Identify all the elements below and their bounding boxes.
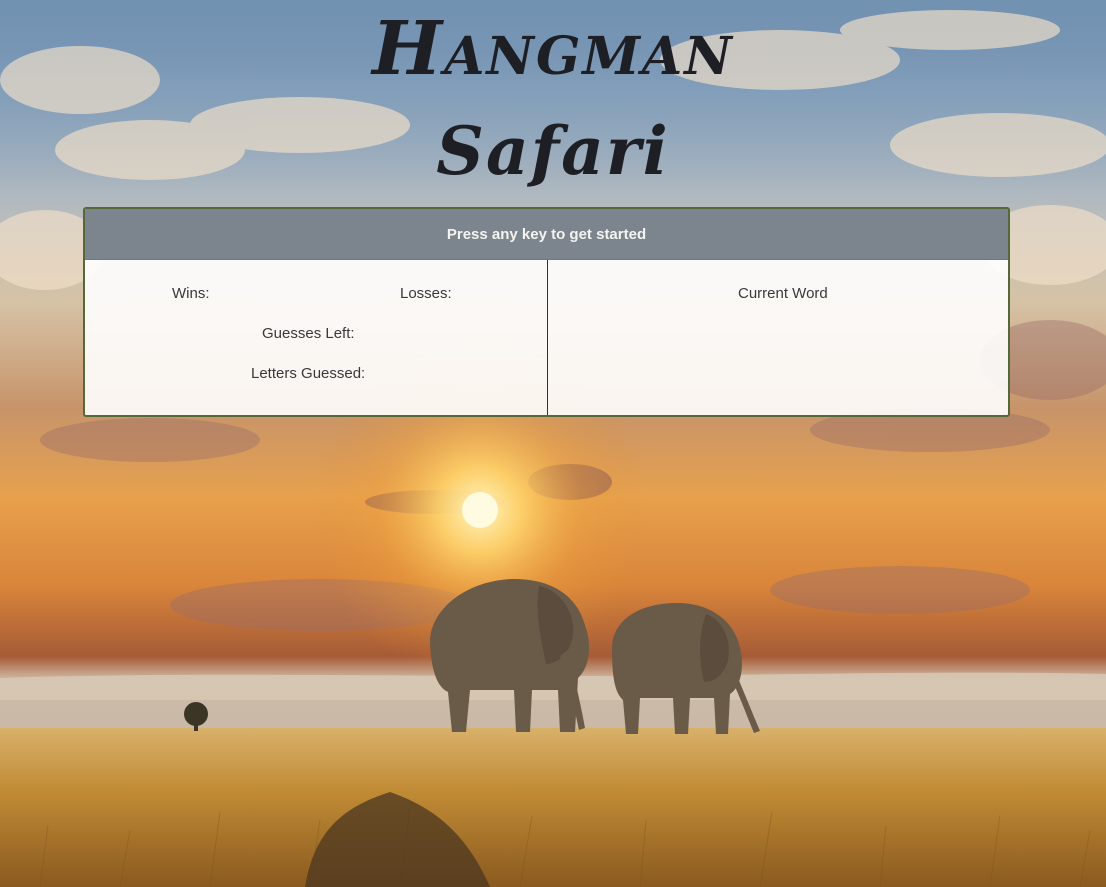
panel-divider: [547, 260, 548, 415]
grass-field: [0, 728, 1106, 887]
panel-body: Wins: Losses: Guesses Left: Letters Gues…: [85, 260, 1008, 415]
wins-label: Wins:: [172, 285, 210, 302]
game-subtitle: Safari: [436, 112, 670, 190]
game-title: Hangman: [372, 6, 734, 92]
tree-trunk: [194, 721, 198, 731]
letters-guessed-label: Letters Guessed:: [251, 365, 366, 382]
sun-core: [462, 492, 498, 528]
start-prompt: Press any key to get started: [446, 225, 647, 243]
current-word-label: Current Word: [738, 285, 828, 302]
start-prompt-bar: Press any key to get started: [85, 209, 1008, 260]
haze-line: [0, 700, 1106, 728]
game-panel: Press any key to get started Wins: Losse…: [83, 207, 1010, 417]
losses-label: Losses:: [400, 285, 452, 302]
game-page: Hangman Safari Press any key to get star…: [0, 0, 1106, 887]
guesses-left-label: Guesses Left:: [262, 325, 355, 342]
